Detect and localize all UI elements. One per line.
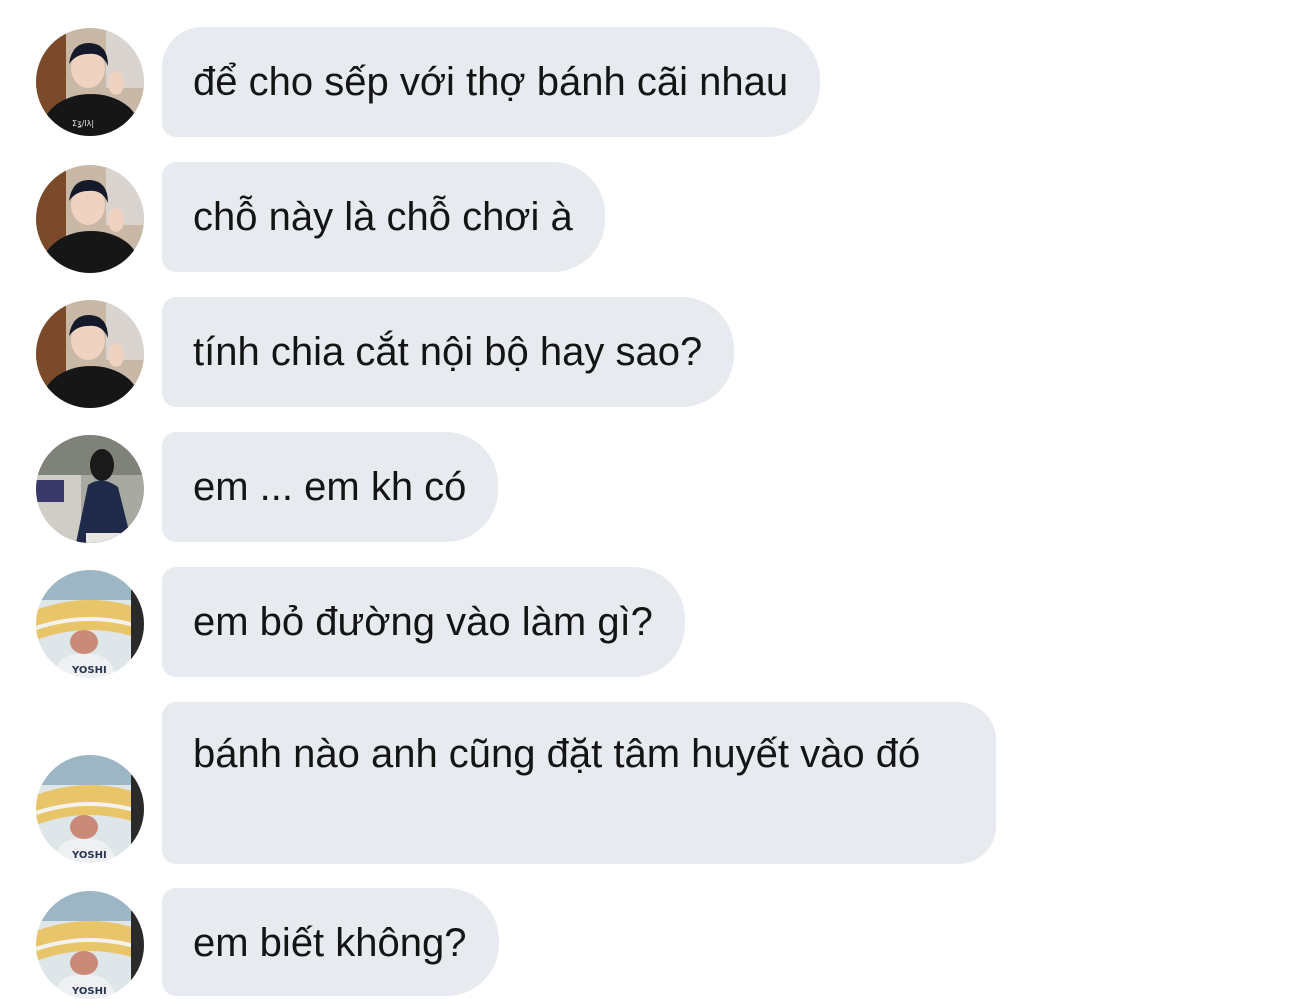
avatar-boy-black-shirt[interactable]: Ʃʓ/lλ| — [36, 28, 144, 136]
message-text: em ... em kh có — [193, 465, 467, 509]
message-row: tính chia cắt nội bộ hay sao? — [0, 297, 1290, 408]
message-text: tính chia cắt nội bộ hay sao? — [193, 330, 703, 374]
message-bubble[interactable]: em biết không? — [162, 888, 499, 996]
message-row: em ... em kh có — [0, 432, 1290, 543]
boy-avatar-icon — [36, 165, 144, 273]
avatar-shirt-text: YOSHI — [71, 665, 107, 676]
avatar-boy-black-shirt[interactable] — [36, 300, 144, 408]
message-bubble[interactable]: tính chia cắt nội bộ hay sao? — [162, 297, 735, 407]
svg-text:Ʃʓ/lλ|: Ʃʓ/lλ| — [72, 119, 94, 128]
avatar-shirt-text: YOSHI — [71, 986, 107, 997]
message-row: Ʃʓ/lλ| để cho sếp với thợ bánh cãi nhau — [0, 27, 1290, 137]
girl-avatar-icon — [36, 435, 144, 543]
message-text: em bỏ đường vào làm gì? — [193, 600, 653, 644]
message-row: YOSHI em bỏ đường vào làm gì? — [0, 567, 1290, 678]
message-bubble[interactable]: bánh nào anh cũng đặt tâm huyết vào đó — [162, 702, 996, 864]
message-text: chỗ này là chỗ chơi à — [193, 195, 573, 239]
avatar-stadium-yoshi[interactable]: YOSHI — [36, 755, 144, 863]
message-row: chỗ này là chỗ chơi à — [0, 162, 1290, 273]
stadium-avatar-icon: YOSHI — [36, 755, 144, 863]
message-bubble[interactable]: chỗ này là chỗ chơi à — [162, 162, 605, 272]
boy-avatar-icon: Ʃʓ/lλ| — [36, 28, 144, 136]
message-row: YOSHI bánh nào anh cũng đặt tâm huyết và… — [0, 702, 1290, 864]
boy-avatar-icon — [36, 300, 144, 408]
avatar-stadium-yoshi[interactable]: YOSHI — [36, 570, 144, 678]
avatar-shirt-text: YOSHI — [71, 850, 107, 861]
message-row: YOSHI em biết không? — [0, 888, 1290, 999]
stadium-avatar-icon: YOSHI — [36, 891, 144, 999]
avatar-stadium-yoshi[interactable]: YOSHI — [36, 891, 144, 999]
avatar-girl-navy-dress[interactable] — [36, 435, 144, 543]
message-text: em biết không? — [193, 921, 467, 965]
message-bubble[interactable]: em bỏ đường vào làm gì? — [162, 567, 685, 677]
avatar-boy-black-shirt[interactable] — [36, 165, 144, 273]
stadium-avatar-icon: YOSHI — [36, 570, 144, 678]
message-bubble[interactable]: em ... em kh có — [162, 432, 499, 542]
message-text: để cho sếp với thợ bánh cãi nhau — [193, 60, 789, 104]
message-text: bánh nào anh cũng đặt tâm huyết vào đó — [193, 732, 921, 776]
message-bubble[interactable]: để cho sếp với thợ bánh cãi nhau — [162, 27, 821, 137]
